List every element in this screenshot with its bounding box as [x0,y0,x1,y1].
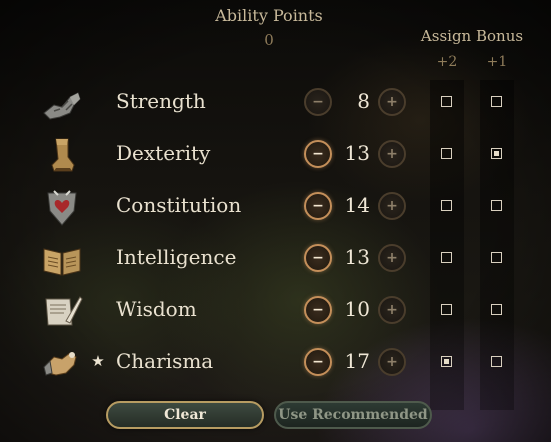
bonus-plus2-checkbox[interactable] [441,96,452,107]
decrease-button[interactable]: − [304,192,332,220]
ability-name: Strength [116,89,206,113]
ability-score: 17 [344,349,370,373]
star-icon [90,145,106,161]
ability-name: Intelligence [116,245,237,269]
ability-row-constitution: Constitution − 14 + [0,181,551,233]
decrease-button[interactable]: − [304,88,332,116]
star-icon: ★ [91,352,105,370]
bonus-plus1-checkbox[interactable] [491,304,502,315]
bonus-plus1-checkbox[interactable] [491,252,502,263]
ability-name: Dexterity [116,141,211,165]
decrease-button[interactable]: − [304,348,332,376]
plus2-header: +2 [436,54,458,70]
ability-row-intelligence: Intelligence − 13 + [0,233,551,285]
ability-score: 13 [344,245,370,269]
star-icon [90,93,106,109]
assign-bonus-title: Assign Bonus [420,27,524,45]
decrease-button[interactable]: − [304,140,332,168]
increase-button[interactable]: + [378,348,406,376]
ability-name: Constitution [116,193,242,217]
ability-points-title: Ability Points [215,6,323,25]
bonus-plus1-checkbox[interactable] [491,96,502,107]
ability-row-charisma: ★ Charisma − 17 + [0,337,551,389]
ability-name: Wisdom [116,297,197,321]
star-icon [90,249,106,265]
increase-button[interactable]: + [378,296,406,324]
ability-row-dexterity: Dexterity − 13 + [0,129,551,181]
bonus-plus1-checkbox[interactable] [491,148,502,159]
ability-row-strength: Strength − 8 + [0,77,551,129]
bonus-plus1-checkbox[interactable] [491,200,502,211]
ability-score: 13 [344,141,370,165]
star-icon [90,197,106,213]
heart-shield-icon [40,187,84,227]
use-recommended-button[interactable]: Use Recommended [274,401,432,429]
bonus-plus2-checkbox[interactable] [441,252,452,263]
increase-button[interactable]: + [378,88,406,116]
ability-points-value: 0 [264,31,274,49]
increase-button[interactable]: + [378,244,406,272]
increase-button[interactable]: + [378,192,406,220]
bonus-plus2-checkbox[interactable] [441,200,452,211]
increase-button[interactable]: + [378,140,406,168]
scroll-quill-icon [40,291,84,331]
ability-name: Charisma [116,349,214,373]
bonus-plus2-checkbox[interactable] [441,304,452,315]
ability-score: 14 [344,193,370,217]
decrease-button[interactable]: − [304,296,332,324]
ability-row-wisdom: Wisdom − 10 + [0,285,551,337]
open-book-icon [40,239,84,279]
boot-icon [40,135,84,175]
bonus-plus2-checkbox[interactable] [441,356,452,367]
star-icon [90,301,106,317]
hand-icon [40,343,84,383]
bonus-plus1-checkbox[interactable] [491,356,502,367]
ability-score: 10 [344,297,370,321]
plus1-header: +1 [486,54,508,70]
ability-score: 8 [357,89,370,113]
decrease-button[interactable]: − [304,244,332,272]
bonus-plus2-checkbox[interactable] [441,148,452,159]
gauntlet-icon [40,83,84,123]
clear-button[interactable]: Clear [106,401,264,429]
